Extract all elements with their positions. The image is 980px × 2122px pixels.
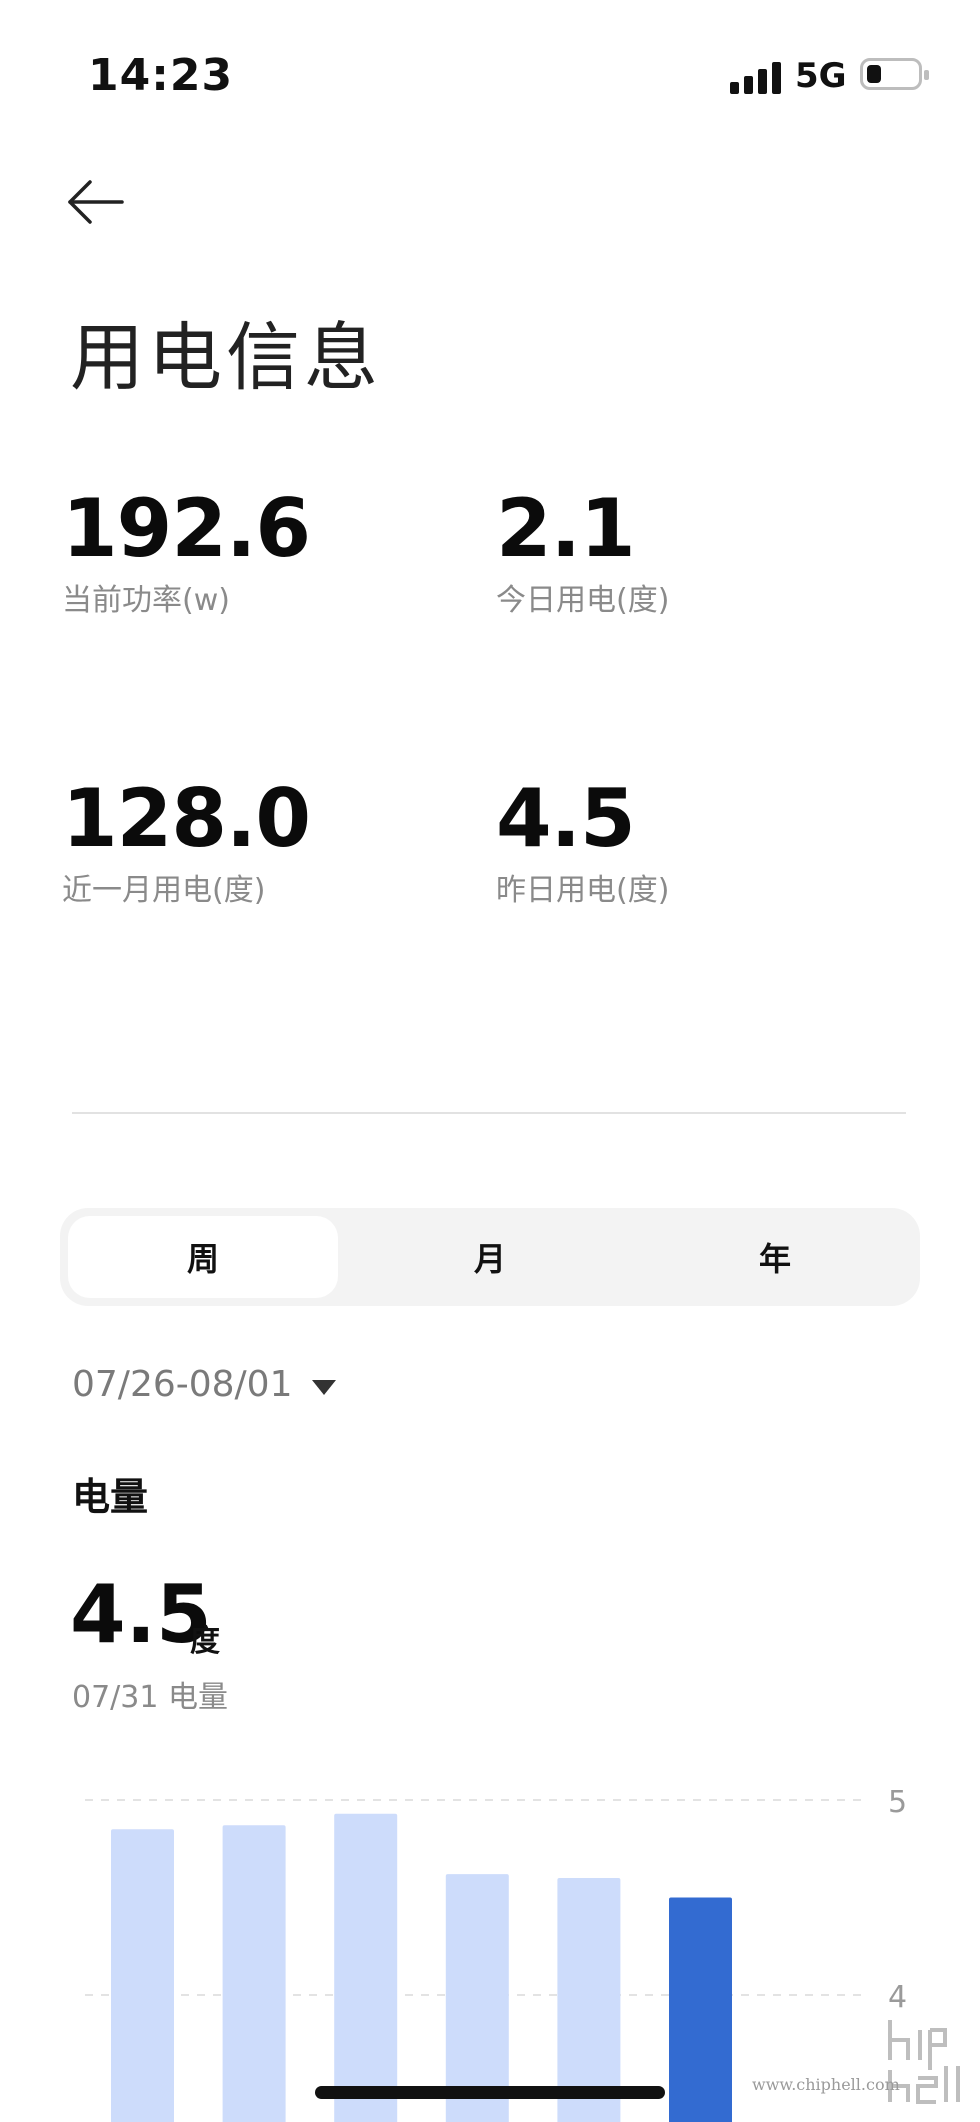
caret-down-icon[interactable]	[312, 1380, 336, 1396]
watermark-url: www.chiphell.com	[752, 2075, 900, 2094]
arrow-left-icon	[68, 180, 124, 224]
stat-month-usage: 128.0 近一月用电(度)	[62, 772, 311, 909]
tab-year[interactable]: 年	[640, 1216, 910, 1298]
stat-today-usage: 2.1 今日用电(度)	[496, 482, 669, 619]
period-tabs: 周 月 年	[60, 1208, 920, 1306]
stat-value: 4.5	[496, 772, 636, 865]
bar-selected[interactable]	[669, 1897, 732, 2122]
status-time: 14:23	[88, 50, 234, 101]
tab-week[interactable]: 周	[68, 1216, 338, 1298]
stat-value: 2.1	[496, 482, 636, 575]
bar[interactable]	[111, 1829, 174, 2122]
back-button[interactable]	[62, 172, 132, 232]
metric-unit: 度	[190, 1624, 220, 1659]
home-indicator	[315, 2086, 665, 2099]
bar[interactable]	[334, 1813, 398, 2122]
tab-month[interactable]: 月	[355, 1216, 625, 1298]
metric-name: 电量	[72, 1475, 149, 1519]
stat-label: 当前功率(w)	[62, 583, 230, 618]
battery-icon	[860, 58, 929, 90]
y-tick-label: 5	[888, 1785, 907, 1820]
stat-label: 昨日用电(度)	[496, 873, 670, 908]
bar[interactable]	[222, 1825, 286, 2122]
cellular-signal-icon	[730, 60, 782, 94]
page-title: 用电信息	[70, 315, 382, 401]
network-type: 5G	[795, 56, 847, 96]
stat-yesterday-usage: 4.5 昨日用电(度)	[496, 772, 669, 909]
stat-current-power: 192.6 当前功率(w)	[62, 482, 311, 619]
section-divider	[72, 1112, 906, 1114]
stat-label: 近一月用电(度)	[62, 873, 266, 908]
stat-value: 192.6	[62, 482, 311, 575]
date-range-selector[interactable]: 07/26-08/01	[72, 1364, 292, 1405]
stat-value: 128.0	[62, 772, 311, 865]
stat-label: 今日用电(度)	[496, 583, 670, 618]
bar[interactable]	[445, 1874, 509, 2122]
metric-subtitle: 07/31 电量	[72, 1680, 228, 1715]
